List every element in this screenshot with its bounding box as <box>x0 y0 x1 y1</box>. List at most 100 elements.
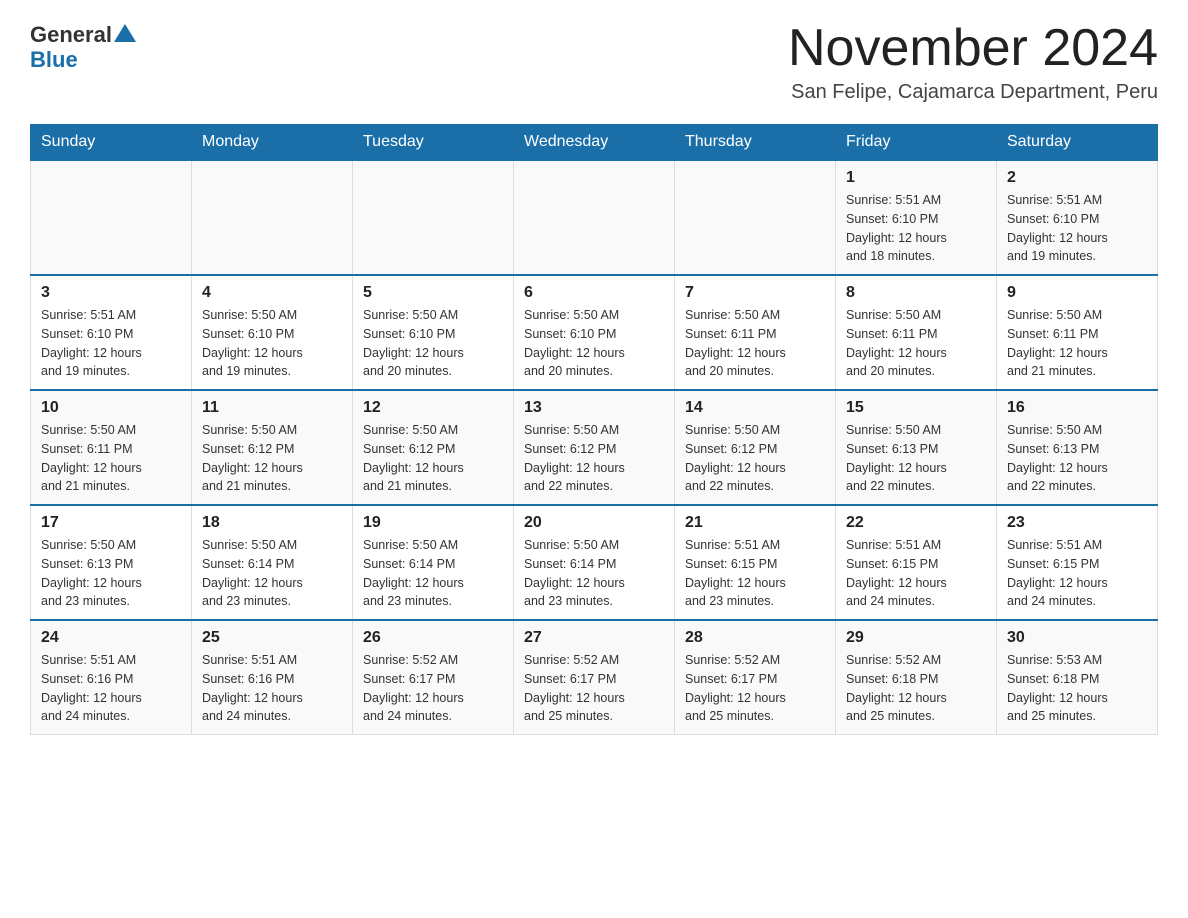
title-section: November 2024 San Felipe, Cajamarca Depa… <box>788 20 1158 104</box>
weekday-monday: Monday <box>192 125 353 161</box>
calendar-day: 21 Sunrise: 5:51 AM Sunset: 6:15 PM Dayli… <box>675 505 836 620</box>
weekday-thursday: Thursday <box>675 125 836 161</box>
day-number: 12 <box>363 399 503 417</box>
day-number: 17 <box>41 514 181 532</box>
day-number: 4 <box>202 284 342 302</box>
day-number: 9 <box>1007 284 1147 302</box>
calendar-day: 27Sunrise: 5:52 AM Sunset: 6:17 PM Dayli… <box>514 620 675 735</box>
calendar-day: 18Sunrise: 5:50 AM Sunset: 6:14 PM Dayli… <box>192 505 353 620</box>
calendar-day <box>353 160 514 275</box>
day-number: 26 <box>363 629 503 647</box>
day-info: Sunrise: 5:51 AM Sunset: 6:16 PM Dayligh… <box>202 651 342 726</box>
calendar-header: SundayMondayTuesdayWednesdayThursdayFrid… <box>31 125 1158 161</box>
calendar-table: SundayMondayTuesdayWednesdayThursdayFrid… <box>30 124 1158 735</box>
calendar-day: 28 Sunrise: 5:52 AM Sunset: 6:17 PM Dayli… <box>675 620 836 735</box>
day-number: 24 <box>41 629 181 647</box>
calendar-day: 8Sunrise: 5:50 AM Sunset: 6:11 PM Daylig… <box>836 275 997 390</box>
day-info: Sunrise: 5:50 AM Sunset: 6:10 PM Dayligh… <box>202 306 342 381</box>
day-number: 14 <box>685 399 825 417</box>
day-info: Sunrise: 5:51 AM Sunset: 6:10 PM Dayligh… <box>846 191 986 266</box>
calendar-day: 7Sunrise: 5:50 AM Sunset: 6:11 PM Daylig… <box>675 275 836 390</box>
logo-group: General Blue <box>30 20 136 73</box>
day-info: Sunrise: 5:50 AM Sunset: 6:12 PM Dayligh… <box>524 421 664 496</box>
day-info: Sunrise: 5:50 AM Sunset: 6:14 PM Dayligh… <box>524 536 664 611</box>
day-info: Sunrise: 5:50 AM Sunset: 6:13 PM Dayligh… <box>1007 421 1147 496</box>
calendar-day: 4 Sunrise: 5:50 AM Sunset: 6:10 PM Daylig… <box>192 275 353 390</box>
day-number: 13 <box>524 399 664 417</box>
calendar-week-3: 10 Sunrise: 5:50 AM Sunset: 6:11 PM Dayli… <box>31 390 1158 505</box>
calendar-day: 22 Sunrise: 5:51 AM Sunset: 6:15 PM Dayli… <box>836 505 997 620</box>
calendar-day: 14Sunrise: 5:50 AM Sunset: 6:12 PM Dayli… <box>675 390 836 505</box>
calendar-day: 16 Sunrise: 5:50 AM Sunset: 6:13 PM Dayli… <box>997 390 1158 505</box>
day-number: 21 <box>685 514 825 532</box>
day-info: Sunrise: 5:51 AM Sunset: 6:15 PM Dayligh… <box>846 536 986 611</box>
day-number: 20 <box>524 514 664 532</box>
calendar-day: 19 Sunrise: 5:50 AM Sunset: 6:14 PM Dayli… <box>353 505 514 620</box>
calendar-week-2: 3 Sunrise: 5:51 AM Sunset: 6:10 PM Daylig… <box>31 275 1158 390</box>
calendar-week-4: 17Sunrise: 5:50 AM Sunset: 6:13 PM Dayli… <box>31 505 1158 620</box>
day-info: Sunrise: 5:50 AM Sunset: 6:12 PM Dayligh… <box>363 421 503 496</box>
day-number: 6 <box>524 284 664 302</box>
calendar-day: 20 Sunrise: 5:50 AM Sunset: 6:14 PM Dayli… <box>514 505 675 620</box>
day-number: 30 <box>1007 629 1147 647</box>
calendar-day <box>675 160 836 275</box>
calendar-day: 5 Sunrise: 5:50 AM Sunset: 6:10 PM Daylig… <box>353 275 514 390</box>
day-info: Sunrise: 5:50 AM Sunset: 6:11 PM Dayligh… <box>41 421 181 496</box>
calendar-day: 9 Sunrise: 5:50 AM Sunset: 6:11 PM Daylig… <box>997 275 1158 390</box>
calendar-day: 3 Sunrise: 5:51 AM Sunset: 6:10 PM Daylig… <box>31 275 192 390</box>
calendar-day: 17Sunrise: 5:50 AM Sunset: 6:13 PM Dayli… <box>31 505 192 620</box>
day-number: 1 <box>846 169 986 187</box>
calendar-week-1: 1 Sunrise: 5:51 AM Sunset: 6:10 PM Daylig… <box>31 160 1158 275</box>
day-info: Sunrise: 5:50 AM Sunset: 6:14 PM Dayligh… <box>363 536 503 611</box>
day-number: 11 <box>202 399 342 417</box>
day-number: 10 <box>41 399 181 417</box>
day-info: Sunrise: 5:51 AM Sunset: 6:15 PM Dayligh… <box>685 536 825 611</box>
day-number: 25 <box>202 629 342 647</box>
calendar-day <box>31 160 192 275</box>
calendar-week-5: 24 Sunrise: 5:51 AM Sunset: 6:16 PM Dayli… <box>31 620 1158 735</box>
day-number: 5 <box>363 284 503 302</box>
day-info: Sunrise: 5:51 AM Sunset: 6:10 PM Dayligh… <box>41 306 181 381</box>
weekday-tuesday: Tuesday <box>353 125 514 161</box>
weekday-friday: Friday <box>836 125 997 161</box>
day-info: Sunrise: 5:50 AM Sunset: 6:13 PM Dayligh… <box>846 421 986 496</box>
weekday-header-row: SundayMondayTuesdayWednesdayThursdayFrid… <box>31 125 1158 161</box>
logo-triangle-icon <box>114 22 136 44</box>
calendar-day: 30 Sunrise: 5:53 AM Sunset: 6:18 PM Dayli… <box>997 620 1158 735</box>
day-info: Sunrise: 5:53 AM Sunset: 6:18 PM Dayligh… <box>1007 651 1147 726</box>
day-number: 16 <box>1007 399 1147 417</box>
calendar-day: 12 Sunrise: 5:50 AM Sunset: 6:12 PM Dayli… <box>353 390 514 505</box>
day-number: 2 <box>1007 169 1147 187</box>
day-info: Sunrise: 5:50 AM Sunset: 6:11 PM Dayligh… <box>846 306 986 381</box>
day-info: Sunrise: 5:50 AM Sunset: 6:12 PM Dayligh… <box>202 421 342 496</box>
day-info: Sunrise: 5:52 AM Sunset: 6:17 PM Dayligh… <box>685 651 825 726</box>
calendar-day: 25 Sunrise: 5:51 AM Sunset: 6:16 PM Dayli… <box>192 620 353 735</box>
month-title: November 2024 <box>788 20 1158 77</box>
weekday-wednesday: Wednesday <box>514 125 675 161</box>
day-number: 22 <box>846 514 986 532</box>
weekday-saturday: Saturday <box>997 125 1158 161</box>
logo: General Blue <box>30 20 136 73</box>
calendar-day: 24Sunrise: 5:51 AM Sunset: 6:16 PM Dayli… <box>31 620 192 735</box>
calendar-day <box>192 160 353 275</box>
day-info: Sunrise: 5:51 AM Sunset: 6:10 PM Dayligh… <box>1007 191 1147 266</box>
day-number: 7 <box>685 284 825 302</box>
calendar-day: 11 Sunrise: 5:50 AM Sunset: 6:12 PM Dayli… <box>192 390 353 505</box>
day-number: 28 <box>685 629 825 647</box>
logo-row1: General <box>30 20 136 49</box>
calendar-day: 29Sunrise: 5:52 AM Sunset: 6:18 PM Dayli… <box>836 620 997 735</box>
calendar-day: 15Sunrise: 5:50 AM Sunset: 6:13 PM Dayli… <box>836 390 997 505</box>
day-number: 3 <box>41 284 181 302</box>
day-info: Sunrise: 5:52 AM Sunset: 6:17 PM Dayligh… <box>363 651 503 726</box>
calendar-day: 6Sunrise: 5:50 AM Sunset: 6:10 PM Daylig… <box>514 275 675 390</box>
day-number: 19 <box>363 514 503 532</box>
calendar-day: 10 Sunrise: 5:50 AM Sunset: 6:11 PM Dayli… <box>31 390 192 505</box>
day-info: Sunrise: 5:50 AM Sunset: 6:11 PM Dayligh… <box>1007 306 1147 381</box>
day-info: Sunrise: 5:52 AM Sunset: 6:17 PM Dayligh… <box>524 651 664 726</box>
calendar-day: 2 Sunrise: 5:51 AM Sunset: 6:10 PM Daylig… <box>997 160 1158 275</box>
day-info: Sunrise: 5:50 AM Sunset: 6:10 PM Dayligh… <box>363 306 503 381</box>
calendar-day: 26 Sunrise: 5:52 AM Sunset: 6:17 PM Dayli… <box>353 620 514 735</box>
calendar-day <box>514 160 675 275</box>
day-info: Sunrise: 5:52 AM Sunset: 6:18 PM Dayligh… <box>846 651 986 726</box>
location-title: San Felipe, Cajamarca Department, Peru <box>788 81 1158 104</box>
